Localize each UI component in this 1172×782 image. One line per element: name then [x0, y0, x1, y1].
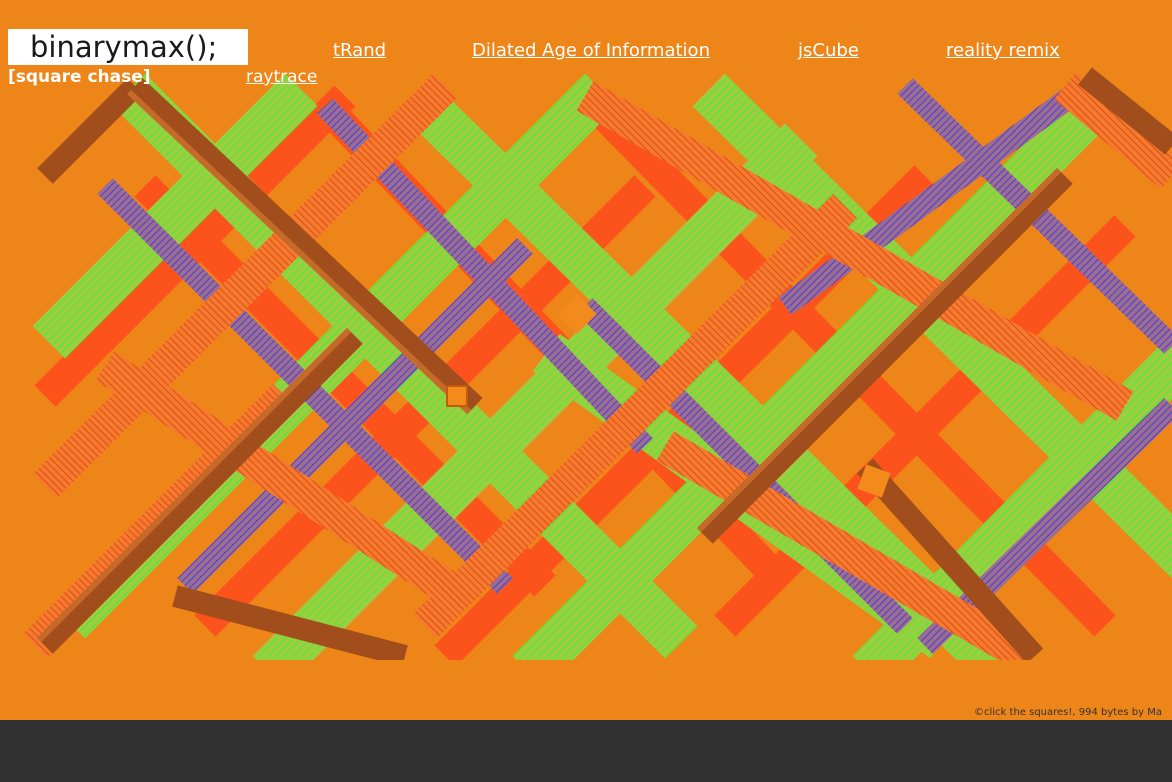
site-logo-text: binarymax();	[30, 30, 218, 64]
nav-link-reality-remix[interactable]: reality remix	[946, 40, 1060, 62]
nav-link-raytrace[interactable]: raytrace	[246, 66, 317, 88]
nav-link-trand[interactable]: tRand	[333, 40, 386, 62]
nav-current-square-chase: [square chase]	[8, 67, 151, 87]
nav-link-dilated-age-of-information[interactable]: Dilated Age of Information	[472, 40, 710, 62]
bottom-bar	[0, 720, 1172, 782]
page-area: binarymax(); tRand Dilated Age of Inform…	[0, 0, 1172, 720]
nav-link-jscube[interactable]: jsCube	[798, 40, 859, 62]
footer-credit: ©click the squares!, 994 bytes by Ma	[974, 707, 1162, 718]
chase-square[interactable]	[446, 385, 468, 407]
site-logo[interactable]: binarymax();	[8, 29, 248, 65]
square-chase-canvas[interactable]	[25, 66, 1172, 660]
